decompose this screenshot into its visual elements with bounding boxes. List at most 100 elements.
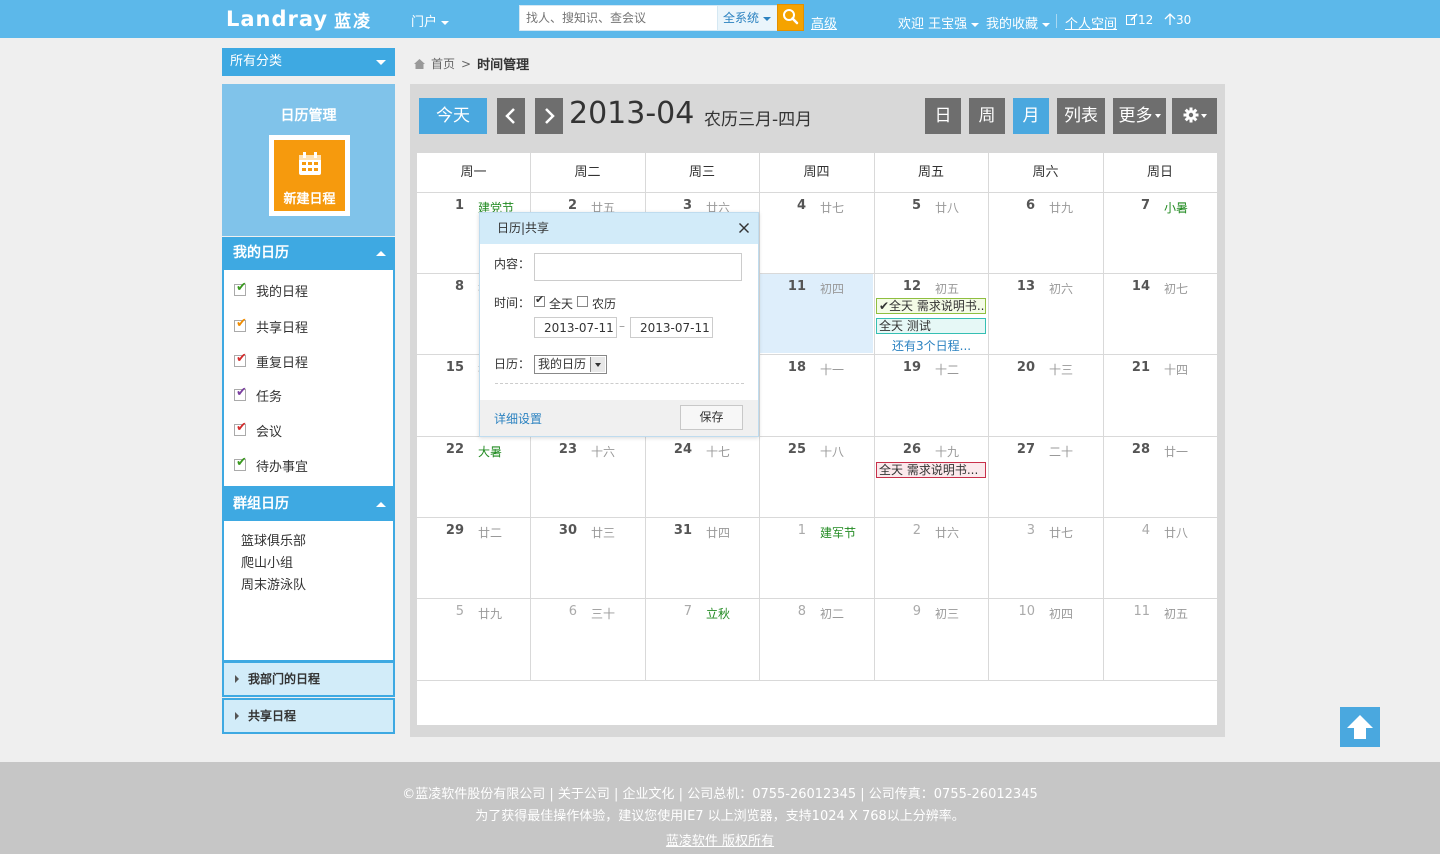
view-month-button[interactable]: 月 [1013,98,1049,134]
back-to-top-button[interactable] [1340,707,1380,747]
notice-counter[interactable]: 30 [1164,13,1191,27]
settings-button[interactable] [1172,98,1217,134]
chevron-up-icon[interactable] [376,251,386,256]
logo[interactable]: Landray 蓝凌 [226,6,372,32]
lunar-checkbox[interactable] [577,296,588,307]
group-calendar-item[interactable]: 篮球俱乐部 [241,530,306,549]
lunar-date: 廿七 [820,201,845,215]
allday-label: 全天 [549,297,574,311]
weekday-header: 周四 [803,165,830,180]
more-label: 更多 [1118,106,1153,126]
view-week-button[interactable]: 周 [969,98,1005,134]
day-number: 2 [912,523,921,538]
top-bar: Landray 蓝凌 门户 全系统 高级 欢迎 王宝强 我的收藏 个人空间 12… [0,0,1440,38]
chevron-down-icon [1154,114,1161,118]
day-number: 9 [912,604,921,619]
checkbox[interactable]: ✔ [234,281,247,296]
group-calendar-item[interactable]: 周末游泳队 [241,574,306,593]
my-calendar-item-todo[interactable]: ✔ 待办事宜 [234,455,308,475]
group-calendars-header[interactable]: 群组日历 [222,488,395,521]
user-menu[interactable]: 欢迎 王宝强 [898,13,980,32]
my-calendars-header[interactable]: 我的日历 [222,237,395,270]
group-calendar-item[interactable]: 爬山小组 [241,552,293,571]
day-number: 28 [1131,442,1150,457]
divider [1056,14,1057,28]
detail-settings-link[interactable]: 详细设置 [494,410,542,427]
new-event-label: 新建日程 [283,192,336,207]
dept-schedule-toggle[interactable]: 我部门的日程 [222,661,395,697]
day-number: 12 [902,279,921,294]
day-number: 7 [1140,198,1150,213]
calendar-event[interactable]: ✔全天 需求说明书... [876,298,986,314]
portal-menu[interactable]: 门户 [411,11,450,30]
favorites-menu[interactable]: 我的收藏 [986,13,1051,32]
day-number: 26 [902,442,921,457]
calendar-event[interactable]: 全天 需求说明书... [876,462,986,478]
search-scope-select[interactable]: 全系统 [717,6,777,30]
day-number: 19 [902,360,921,375]
checkbox[interactable]: ✔ [234,421,247,436]
view-list-button[interactable]: 列表 [1057,98,1105,134]
my-calendar-item-shared[interactable]: ✔ 共享日程 [234,316,308,336]
group-calendars-title: 群组日历 [233,496,289,512]
save-button[interactable]: 保存 [680,405,743,430]
upload-icon [1164,13,1176,25]
shared-schedule-toggle[interactable]: 共享日程 [222,698,395,734]
category-select-label: 所有分类 [230,54,283,69]
day-number: 25 [787,442,806,457]
check-icon: ✔ [236,455,247,470]
day-number: 13 [1016,279,1035,294]
chevron-right-icon [235,675,239,683]
my-calendar-item-my-schedule[interactable]: ✔ 我的日程 [234,280,308,300]
my-calendar-item-task[interactable]: ✔ 任务 [234,385,282,405]
day-number: 11 [787,279,806,294]
checkbox[interactable]: ✔ [234,352,247,367]
start-date-input[interactable] [534,317,617,338]
checkbox[interactable]: ✔ [234,386,247,401]
day-number: 1 [797,523,806,538]
lunar-date: 初五 [1164,607,1189,621]
day-number: 6 [1025,198,1035,213]
day-number: 4 [1141,523,1150,538]
search-input[interactable] [520,6,716,30]
end-date-input[interactable] [630,317,713,338]
favorites-label: 我的收藏 [986,17,1039,32]
content-input[interactable] [534,253,742,281]
search-button[interactable] [777,4,804,31]
personal-space-link[interactable]: 个人空间 [1065,13,1117,32]
lunar-date: 初五 [935,282,960,296]
checkbox[interactable]: ✔ [234,455,247,471]
chevron-up-icon[interactable] [376,502,386,507]
prev-month-button[interactable] [497,98,525,134]
calendar-select[interactable]: 我的日历 [534,355,607,374]
lunar-label: 农历 [592,297,617,311]
checkbox[interactable]: ✔ [234,317,247,332]
advanced-search-link[interactable]: 高级 [811,13,837,32]
view-day-button[interactable]: 日 [925,98,961,134]
allday-checkbox[interactable]: ✔ [534,294,545,307]
new-event-button-inner[interactable]: 新建日程 [274,140,345,211]
new-event-button[interactable]: 新建日程 [269,135,350,216]
calendar-label: 日历： [494,357,531,371]
popup-header: 日历|共享 [480,213,758,244]
more-views-button[interactable]: 更多 [1113,98,1166,134]
welcome-label: 欢迎 王宝强 [898,17,968,32]
more-events-link[interactable]: 还有3个日程... [892,337,971,354]
footer-copyright-link[interactable]: 蓝凌软件 版权所有 [0,830,1440,849]
time-label: 时间： [494,296,531,310]
day-number: 2 [567,198,577,213]
lunar-date: 廿八 [1164,526,1189,540]
close-icon[interactable] [738,222,750,234]
lunar-date: 廿八 [935,201,960,215]
category-select[interactable]: 所有分类 [222,48,395,76]
my-calendar-item-meeting[interactable]: ✔ 会议 [234,420,282,440]
my-calendars-list: ✔ 我的日程 ✔ 共享日程 ✔ 重复日程 ✔ 任务 ✔ 会议 ✔ 待办事宜 [222,270,395,488]
day-number: 1 [454,198,464,213]
content-label: 内容： [494,257,531,271]
today-button[interactable]: 今天 [419,98,487,134]
calendar-event[interactable]: 全天 测试 [876,318,986,334]
todo-counter[interactable]: 12 [1126,13,1153,27]
next-month-button[interactable] [535,98,563,134]
my-calendar-item-repeat[interactable]: ✔ 重复日程 [234,351,308,371]
breadcrumb-home[interactable]: 首页 [431,55,455,72]
